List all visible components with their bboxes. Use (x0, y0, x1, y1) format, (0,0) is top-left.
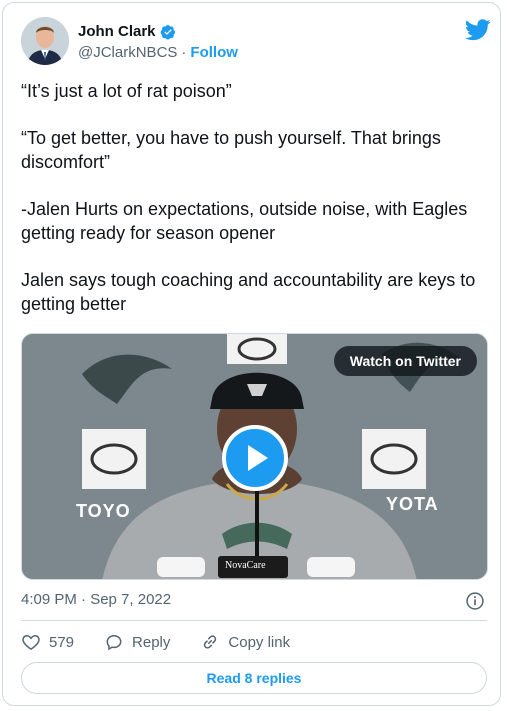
display-name[interactable]: John Clark (78, 23, 156, 40)
tweet-header: John Clark @JClarkNBCS · Follow (21, 17, 491, 67)
reply-bubble-icon (106, 634, 122, 651)
tweet-paragraph: “It’s just a lot of rat poison” (21, 81, 232, 101)
play-button[interactable] (222, 425, 288, 491)
like-count: 579 (49, 633, 75, 651)
avatar-photo-icon (21, 17, 69, 65)
video-media[interactable]: TOYO YOTA NovaCare Watch on Twitter (21, 333, 488, 580)
backdrop-text-right: YOTA (386, 494, 439, 514)
follow-link[interactable]: Follow (190, 44, 238, 61)
backdrop-text-left: TOYO (76, 501, 131, 521)
reply-label: Reply (132, 633, 171, 651)
watch-on-twitter-button[interactable]: Watch on Twitter (333, 346, 477, 376)
copy-link-label: Copy link (228, 633, 291, 651)
tweet-paragraph: “To get better, you have to push yoursel… (21, 128, 441, 172)
link-icon (204, 635, 217, 649)
verified-badge-icon (160, 24, 175, 39)
reply-button[interactable]: Reply (104, 632, 170, 652)
info-icon[interactable] (465, 591, 485, 611)
tweet-paragraph: -Jalen Hurts on expectations, outside no… (21, 199, 468, 243)
tweet-text: “It’s just a lot of rat poison” “To get … (21, 79, 481, 339)
play-icon (248, 445, 268, 471)
heart-icon (22, 634, 40, 650)
avatar[interactable] (21, 17, 69, 65)
tweet-card: John Clark @JClarkNBCS · Follow “It’s ju… (2, 2, 501, 706)
divider (21, 620, 487, 621)
tweet-actions: 579 Reply Copy link (21, 629, 320, 655)
tweet-paragraph: Jalen says tough coaching and accountabi… (21, 270, 476, 314)
twitter-bird-icon[interactable] (465, 19, 491, 41)
tweet-meta: 4:09 PM · Sep 7, 2022 (21, 591, 489, 613)
timestamp[interactable]: 4:09 PM · Sep 7, 2022 (21, 591, 171, 608)
like-button[interactable]: 579 (21, 632, 74, 652)
user-handle[interactable]: @JClarkNBCS (78, 44, 177, 61)
read-replies-button[interactable]: Read 8 replies (21, 662, 487, 694)
handle-separator: · (181, 44, 187, 61)
copy-link-button[interactable]: Copy link (200, 632, 290, 652)
mic-sign-text: NovaCare (225, 560, 266, 571)
